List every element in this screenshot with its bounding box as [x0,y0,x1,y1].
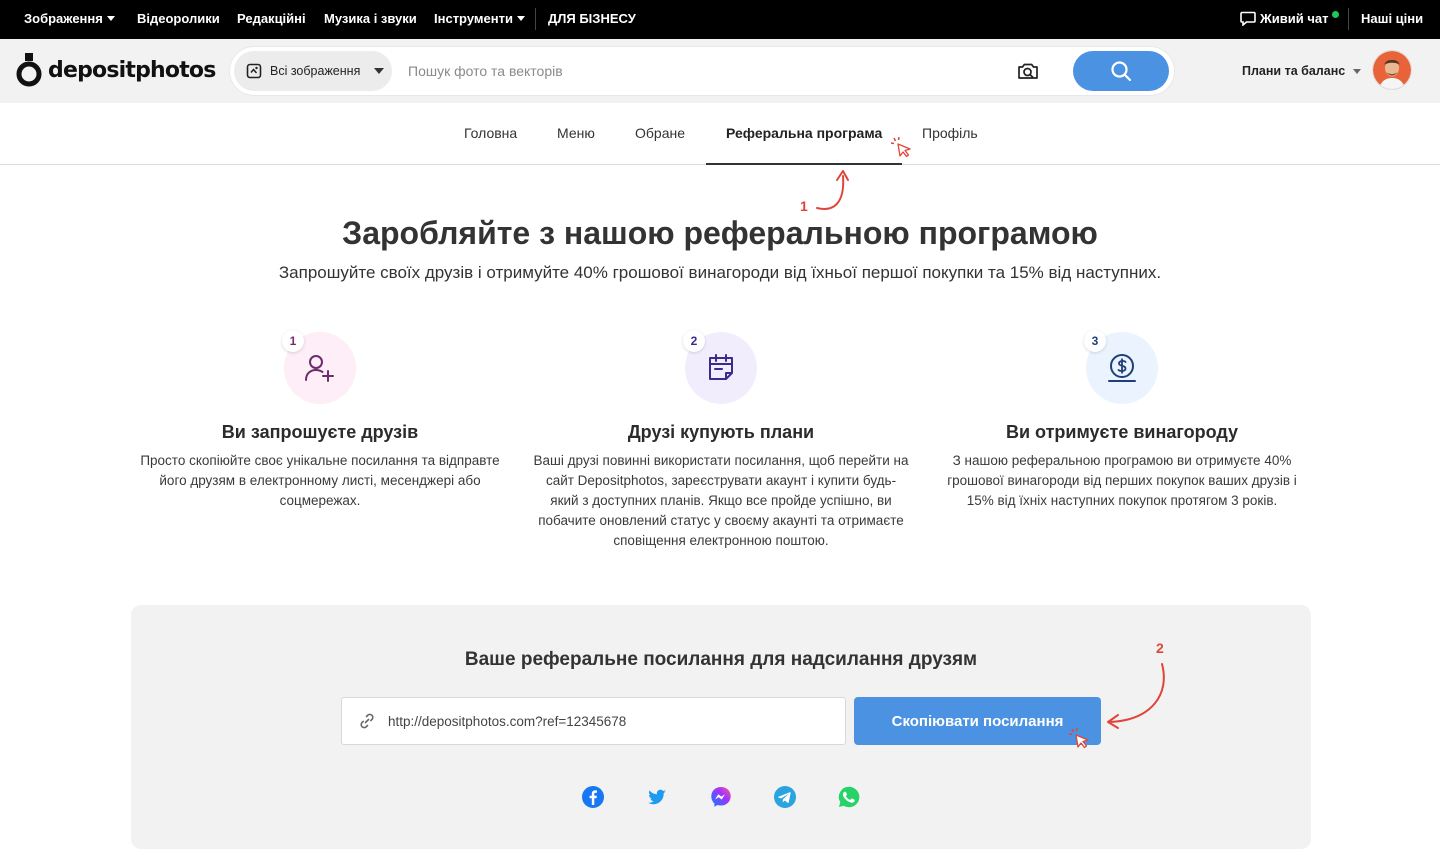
chevron-down-icon [1353,68,1362,74]
search-icon [1111,61,1132,82]
step-friends-buy-plans: 2 Друзі купують плани Ваші друзі повинні… [526,330,916,551]
online-status-dot [1332,11,1340,18]
step-number: 1 [282,330,304,352]
step-title: Друзі купують плани [627,422,815,442]
annotation-number-2: 2 [1156,640,1164,656]
tab-referral-program[interactable]: Реферальна програма [726,125,882,141]
chevron-down-icon [106,16,115,21]
tab-home[interactable]: Головна [464,125,517,141]
nav-music[interactable]: Музика і звуки [324,11,417,26]
social-share-row [581,785,861,809]
calendar-note-icon [709,354,733,380]
tab-profile[interactable]: Профіль [922,125,978,141]
search-input[interactable] [408,59,988,83]
copy-link-button[interactable]: Скопіювати посилання [854,697,1101,745]
step-get-reward: 3 Ви отримуєте винагороду З нашою рефера… [927,330,1317,511]
top-navigation-bar: Зображення Відеоролики Редакційні Музика… [0,0,1440,39]
click-cursor-icon [1068,727,1089,749]
nav-videos[interactable]: Відеоролики [137,11,220,26]
step-invite-friends: 1 Ви запрошуєте друзів Просто скопіюйте … [125,330,515,511]
telegram-icon[interactable] [773,785,797,809]
nav-editorial[interactable]: Редакційні [237,11,306,26]
step-number: 2 [683,330,705,352]
referral-link-field[interactable] [341,697,846,745]
add-user-icon [305,355,334,382]
page-subtitle: Запрошуйте своїх друзів і отримуйте 40% … [278,263,1162,282]
divider [1348,8,1349,30]
step-icon-circle: 3 [1084,330,1158,404]
nav-images[interactable]: Зображення [24,11,115,26]
search-scope-dropdown[interactable]: Всі зображення [234,51,392,91]
search-bar: Всі зображення [230,47,1174,95]
visual-search-button[interactable] [1016,59,1040,83]
step-description: Ваші друзі повинні використати посилання… [533,453,909,548]
chevron-down-icon [516,16,525,21]
step-number: 3 [1084,330,1106,352]
click-cursor-icon [890,136,911,158]
whatsapp-icon[interactable] [837,785,861,809]
annotation-arrow-2 [1107,663,1165,729]
avatar-image [1373,51,1411,89]
active-tab-indicator [706,163,902,165]
step-description: Просто скопіюйте своє унікальне посиланн… [140,453,500,508]
user-avatar[interactable] [1373,51,1411,89]
messenger-icon[interactable] [709,785,733,809]
referral-link-input[interactable] [388,713,828,729]
plans-balance-dropdown[interactable]: Плани та баланс [1242,64,1362,78]
step-title: Ви отримуєте винагороду [1005,422,1239,442]
nav-business[interactable]: ДЛЯ БІЗНЕСУ [548,11,636,26]
step-icon-circle: 1 [282,330,356,404]
link-icon [360,713,374,729]
annotation-arrow-1 [816,170,849,210]
twitter-icon[interactable] [645,785,669,809]
nav-tools[interactable]: Інструменти [434,11,525,26]
page-title: Заробляйте з нашою реферальною програмою [342,215,1098,251]
step-title: Ви запрошуєте друзів [221,422,419,442]
annotation-number-1: 1 [800,198,808,214]
account-tabs: Головна Меню Обране Реферальна програма … [0,103,1440,165]
tab-menu[interactable]: Меню [557,125,595,141]
camera-search-icon [1018,63,1038,79]
chat-bubble-icon [1240,11,1256,26]
chevron-down-icon [374,68,385,74]
divider [535,8,536,30]
step-icon-circle: 2 [683,330,757,404]
search-button[interactable] [1073,51,1169,91]
logo-mark-icon [16,53,42,87]
tab-favorites[interactable]: Обране [635,125,685,141]
step-description: З нашою реферальною програмою ви отримує… [947,453,1297,508]
facebook-icon[interactable] [581,785,605,809]
live-chat-link[interactable]: Живий чат [1240,11,1340,26]
depositphotos-logo[interactable]: depositphotos [16,53,216,87]
dollar-coin-icon [1108,354,1136,382]
site-header: depositphotos Всі зображення Плани та ба… [0,39,1440,103]
image-category-icon [246,63,262,79]
pricing-link[interactable]: Наші ціни [1361,11,1423,26]
